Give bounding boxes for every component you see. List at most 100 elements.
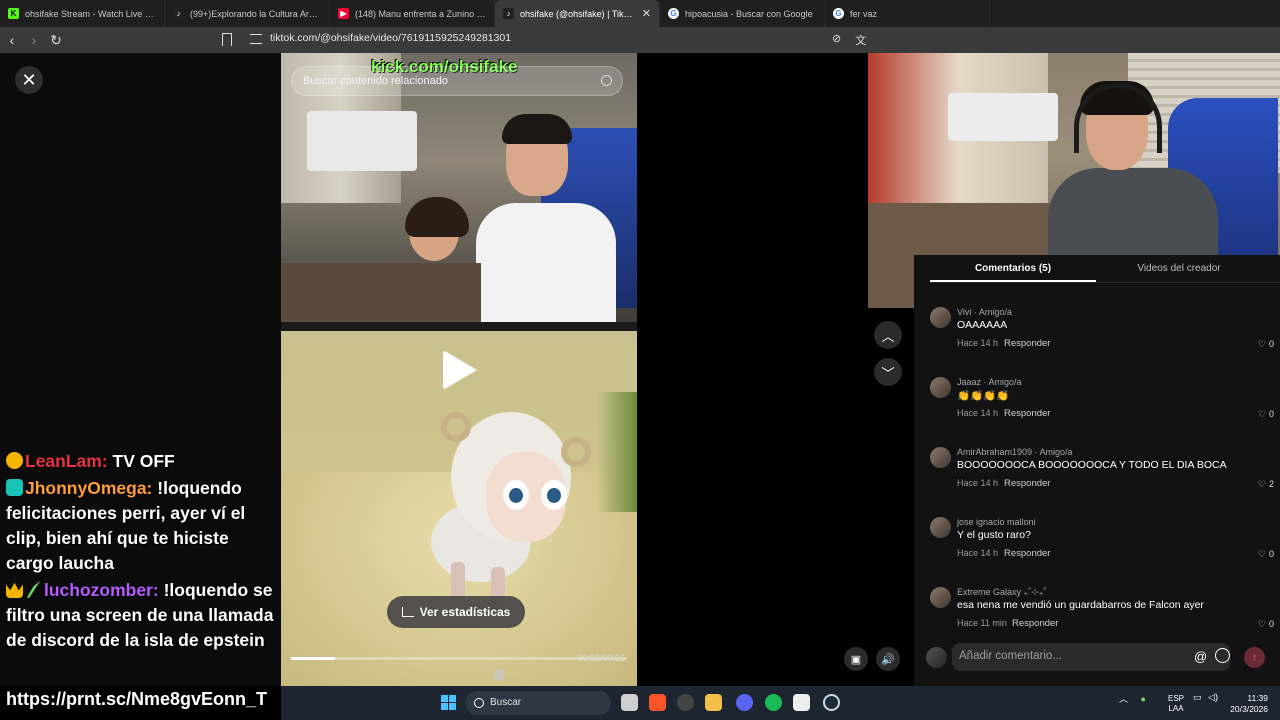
close-player-button[interactable]: ✕ bbox=[15, 66, 43, 94]
spotify-icon[interactable] bbox=[765, 694, 782, 711]
taskbar-search[interactable]: Buscar bbox=[465, 691, 611, 715]
task-view-icon[interactable] bbox=[621, 694, 638, 711]
google-icon: G bbox=[668, 8, 679, 19]
like-button[interactable]: ♡ 2 bbox=[1258, 479, 1274, 490]
comment-author[interactable]: Jaaaz · Amigo/a bbox=[957, 377, 1022, 387]
like-button[interactable]: ♡ 0 bbox=[1258, 409, 1274, 420]
like-count: 0 bbox=[1268, 409, 1274, 419]
tab-kick[interactable]: K ohsifake Stream - Watch Live on Kick bbox=[0, 0, 165, 27]
chevron-down-icon: ﹀ bbox=[881, 365, 895, 381]
comment-time: Hace 14 h bbox=[957, 338, 999, 348]
volume-icon[interactable]: ◁) bbox=[1208, 692, 1218, 702]
comment-author[interactable]: AmirAbraham1909 · Amigo/a bbox=[957, 447, 1073, 457]
microphone-icon[interactable]: ● bbox=[1141, 694, 1146, 704]
windows-start-icon[interactable] bbox=[441, 695, 456, 710]
comment-time: Hace 14 h bbox=[957, 478, 999, 488]
desk bbox=[281, 263, 481, 322]
avatar[interactable] bbox=[930, 517, 951, 538]
chevron-up-icon[interactable]: ︿ bbox=[1119, 694, 1128, 704]
like-count: 0 bbox=[1268, 549, 1274, 559]
language-indicator[interactable]: ESP LAA bbox=[1168, 694, 1184, 714]
arrow-up-icon: ↑ bbox=[1251, 651, 1258, 664]
wall-poster bbox=[307, 111, 417, 171]
video-player[interactable]: kick.com/ohsifake Buscar contenido relac… bbox=[281, 53, 637, 686]
back-icon[interactable]: ‹ bbox=[2, 30, 22, 50]
tab-youtube[interactable]: ▶ (148) Manu enfrenta a Zunino y le ad bbox=[330, 0, 495, 27]
tab-creator-videos[interactable]: Videos del creador bbox=[1096, 255, 1262, 282]
video-progress-fill bbox=[291, 657, 335, 660]
reply-button[interactable]: Responder bbox=[1004, 408, 1050, 419]
scrub-handle[interactable] bbox=[493, 669, 505, 681]
file-explorer-icon[interactable] bbox=[705, 694, 722, 711]
comment-author[interactable]: Vivi · Amigo/a bbox=[957, 307, 1012, 317]
discord-icon[interactable] bbox=[736, 694, 753, 711]
like-count: 0 bbox=[1268, 339, 1274, 349]
clock[interactable]: 11:39 20/3/2026 bbox=[1226, 693, 1268, 715]
comment-item: Vivi · Amigo/a OAAAAAA Hace 14 h Respond… bbox=[930, 305, 1274, 365]
mod-badge-icon bbox=[6, 479, 23, 496]
comment-text: OAAAAAA bbox=[957, 319, 1008, 331]
google-icon: G bbox=[833, 8, 844, 19]
chat-message: JhonnyOmega: !loquendo felicitaciones pe… bbox=[6, 476, 274, 576]
clock-date: 20/3/2026 bbox=[1230, 704, 1268, 714]
network-icon[interactable]: ▭ bbox=[1193, 692, 1202, 702]
ccleaner-icon[interactable] bbox=[823, 694, 840, 711]
streamer-figure bbox=[476, 114, 616, 333]
next-video-button[interactable]: ﹀ bbox=[874, 358, 902, 386]
site-settings-icon[interactable] bbox=[250, 34, 262, 44]
emoji-icon[interactable] bbox=[1215, 648, 1230, 663]
url-field[interactable]: tiktok.com/@ohsifake/video/7619115925249… bbox=[270, 32, 511, 44]
chat-username: LeanLam: bbox=[25, 451, 108, 471]
play-icon[interactable] bbox=[443, 350, 477, 390]
volume-button[interactable]: 🔊 bbox=[876, 647, 900, 671]
dc-app-icon[interactable] bbox=[793, 694, 810, 711]
forward-icon[interactable]: › bbox=[24, 30, 44, 50]
reply-button[interactable]: Responder bbox=[1004, 548, 1050, 559]
lang-code: ESP bbox=[1168, 694, 1185, 703]
mention-icon[interactable]: @ bbox=[1194, 649, 1207, 664]
previous-video-button[interactable]: ︿ bbox=[874, 321, 902, 349]
avatar[interactable] bbox=[930, 447, 951, 468]
like-button[interactable]: ♡ 0 bbox=[1258, 339, 1274, 350]
add-comment-bar: Añadir comentario... @ ↑ bbox=[914, 638, 1280, 686]
comment-author[interactable]: jose ignacio malloni bbox=[957, 517, 1036, 527]
close-tab-icon[interactable]: ✕ bbox=[642, 7, 651, 20]
chat-message: luchozomber: !loquendo se filtro una scr… bbox=[6, 578, 274, 653]
bookmark-icon[interactable] bbox=[222, 33, 232, 46]
windows-taskbar: Buscar ︿ ● ESP LAA ▭ ◁) 11:39 20/3/2026 bbox=[281, 686, 1280, 720]
comment-input[interactable]: Añadir comentario... bbox=[952, 643, 1230, 671]
tab-tiktok-ohsifake[interactable]: ♪ ohsifake (@ohsifake) | TikTok ✕ bbox=[495, 0, 660, 27]
reply-button[interactable]: Responder bbox=[1004, 338, 1050, 349]
tab-tiktok-explorando[interactable]: ♪ (99+)Explorando la Cultura Argentina bbox=[165, 0, 330, 27]
reply-button[interactable]: Responder bbox=[1012, 618, 1058, 629]
avatar[interactable] bbox=[930, 377, 951, 398]
like-button[interactable]: ♡ 0 bbox=[1258, 619, 1274, 630]
tab-title: (99+)Explorando la Cultura Argentina bbox=[190, 8, 321, 19]
stats-label: Ver estadísticas bbox=[419, 605, 511, 619]
pip-icon: ▣ bbox=[850, 653, 862, 666]
github-desktop-icon[interactable] bbox=[677, 694, 694, 711]
address-toolbar: ‹ › ↻ tiktok.com/@ohsifake/video/7619115… bbox=[0, 27, 1280, 53]
comment-author[interactable]: Extreme Galaxy ₊˚⊹₊˚ bbox=[957, 587, 1047, 598]
avatar bbox=[926, 647, 947, 668]
reload-icon[interactable]: ↻ bbox=[46, 30, 66, 50]
tab-comments[interactable]: Comentarios (5) bbox=[930, 255, 1096, 282]
send-button[interactable]: ↑ bbox=[1244, 647, 1265, 668]
no-sound-icon[interactable]: ⊘ bbox=[832, 32, 841, 48]
comments-panel: Comentarios (5) Videos del creador Vivi … bbox=[914, 255, 1280, 686]
tiktok-player-page: ✕ kick.com/ohsifake Buscar contenido rel… bbox=[0, 53, 1280, 686]
translate-icon[interactable]: 文 bbox=[855, 32, 866, 48]
tab-google-fer[interactable]: G fer vaz bbox=[825, 0, 990, 27]
tab-title: hipoacusia - Buscar con Google bbox=[685, 8, 813, 19]
like-count: 2 bbox=[1268, 479, 1274, 489]
view-stats-button[interactable]: Ver estadísticas bbox=[387, 596, 525, 628]
brave-icon[interactable] bbox=[649, 694, 666, 711]
tab-google-hipoacusia[interactable]: G hipoacusia - Buscar con Google bbox=[660, 0, 825, 27]
related-search-input[interactable]: Buscar contenido relacionado bbox=[291, 66, 623, 96]
reply-button[interactable]: Responder bbox=[1004, 478, 1050, 489]
pip-button[interactable]: ▣ bbox=[844, 647, 868, 671]
avatar[interactable] bbox=[930, 307, 951, 328]
heart-icon: ♡ bbox=[1257, 409, 1266, 419]
like-button[interactable]: ♡ 0 bbox=[1258, 549, 1274, 560]
avatar[interactable] bbox=[930, 587, 951, 608]
